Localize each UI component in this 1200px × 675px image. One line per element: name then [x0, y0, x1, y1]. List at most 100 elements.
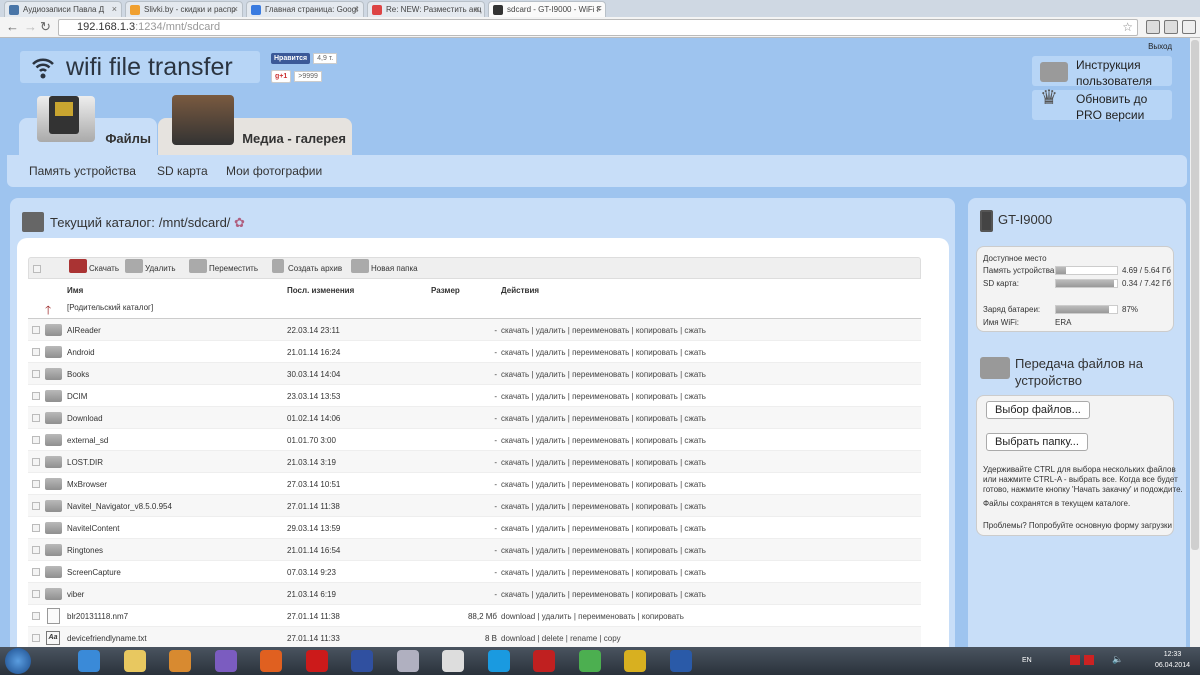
filezilla-icon[interactable]	[533, 650, 555, 672]
file-explorer-icon[interactable]	[123, 650, 146, 672]
browser-tab[interactable]: Re: NEW: Разместить акц ×	[367, 1, 485, 17]
extension-icon[interactable]	[1164, 20, 1178, 34]
firefox-icon[interactable]	[260, 650, 282, 672]
opera-icon[interactable]	[305, 650, 328, 672]
close-tab-icon[interactable]: ×	[596, 4, 601, 14]
file-actions[interactable]: скачать | удалить | переименовать | копи…	[501, 502, 706, 511]
move-button[interactable]: Переместить	[189, 259, 258, 273]
row-checkbox[interactable]	[32, 436, 40, 444]
clock[interactable]: 12:33 06.04.2014	[1155, 649, 1190, 671]
file-name[interactable]: Download	[67, 414, 103, 423]
file-actions[interactable]: скачать | удалить | переименовать | копи…	[501, 370, 706, 379]
new-folder-button[interactable]: Новая папка	[351, 259, 418, 273]
col-size[interactable]: Размер	[431, 286, 460, 295]
file-actions[interactable]: скачать | удалить | переименовать | копи…	[501, 590, 706, 599]
parent-directory-row[interactable]: 🡑 [Родительский каталог]	[28, 299, 921, 319]
file-name[interactable]: NavitelContent	[67, 524, 119, 533]
file-actions[interactable]: download | удалить | переименовать | коп…	[501, 612, 684, 621]
internet-explorer-icon[interactable]	[78, 650, 100, 672]
file-actions[interactable]: скачать | удалить | переименовать | копи…	[501, 524, 706, 533]
select-all-checkbox[interactable]	[33, 265, 41, 273]
subnav-sd-card[interactable]: SD карта	[157, 164, 208, 178]
bookmark-star-icon[interactable]: ☆	[1122, 20, 1133, 34]
page-scrollbar[interactable]	[1190, 38, 1200, 647]
google-plus[interactable]: g+1 >9999	[271, 70, 322, 83]
file-name[interactable]: devicefriendlyname.txt	[67, 634, 147, 643]
choose-folder-button[interactable]: Выбрать папку...	[986, 433, 1088, 451]
file-name[interactable]: MxBrowser	[67, 480, 107, 489]
skype-icon[interactable]	[487, 650, 510, 672]
chrome-icon[interactable]	[578, 650, 601, 672]
row-checkbox[interactable]	[32, 546, 40, 554]
row-checkbox[interactable]	[32, 392, 40, 400]
back-icon[interactable]: ←	[6, 19, 19, 34]
file-actions[interactable]: скачать | удалить | переименовать | копи…	[501, 568, 706, 577]
browser-tab[interactable]: Slivki.by - скидки и распр ×	[125, 1, 243, 17]
parent-directory-link[interactable]: [Родительский каталог]	[67, 303, 153, 312]
table-row[interactable]: Android 21.01.14 16:24 - скачать | удали…	[28, 341, 921, 363]
facebook-like[interactable]: Нравится 4,9 т.	[271, 53, 338, 64]
row-checkbox[interactable]	[32, 458, 40, 466]
subnav-my-photos[interactable]: Мои фотографии	[226, 164, 322, 178]
table-row[interactable]: Navitel_Navigator_v8.5.0.954 27.01.14 11…	[28, 495, 921, 517]
row-checkbox[interactable]	[32, 414, 40, 422]
row-checkbox[interactable]	[32, 524, 40, 532]
scrollbar-thumb[interactable]	[1191, 40, 1199, 550]
forward-icon[interactable]: →	[24, 19, 37, 34]
file-name[interactable]: external_sd	[67, 436, 108, 445]
floppy-app-icon[interactable]	[351, 650, 373, 672]
table-row[interactable]: MxBrowser 27.03.14 10:51 - скачать | уда…	[28, 473, 921, 495]
table-row[interactable]: Download 01.02.14 14:06 - скачать | удал…	[28, 407, 921, 429]
tray-icon[interactable]	[1084, 655, 1094, 665]
file-name[interactable]: LOST.DIR	[67, 458, 103, 467]
table-row[interactable]: blr20131118.nm7 27.01.14 11:38 88,2 Мб d…	[28, 605, 921, 627]
col-modified[interactable]: Посл. изменения	[287, 286, 354, 295]
viber-icon[interactable]	[214, 650, 237, 672]
file-name[interactable]: DCIM	[67, 392, 87, 401]
tray-icon[interactable]	[1070, 655, 1080, 665]
table-row[interactable]: NavitelContent 29.03.14 13:59 - скачать …	[28, 517, 921, 539]
url-input[interactable]: 192.168.1.3:1234/mnt/sdcard ☆	[58, 19, 1138, 36]
row-checkbox[interactable]	[32, 568, 40, 576]
paint-app-icon[interactable]	[396, 650, 419, 672]
language-indicator[interactable]: EN	[1022, 657, 1032, 664]
table-row[interactable]: LOST.DIR 21.03.14 3:19 - скачать | удали…	[28, 451, 921, 473]
file-name[interactable]: blr20131118.nm7	[67, 612, 128, 621]
table-row[interactable]: ScreenCapture 07.03.14 9:23 - скачать | …	[28, 561, 921, 583]
col-name[interactable]: Имя	[67, 286, 83, 295]
extension-icon[interactable]	[1146, 20, 1160, 34]
volume-icon[interactable]: 🔈	[1112, 654, 1123, 665]
table-row[interactable]: external_sd 01.01.70 3:00 - скачать | уд…	[28, 429, 921, 451]
word-icon[interactable]	[669, 650, 692, 672]
choose-files-button[interactable]: Выбор файлов...	[986, 401, 1090, 419]
help-button[interactable]: Инструкция пользователя	[1032, 56, 1172, 88]
file-name[interactable]: ScreenCapture	[67, 568, 121, 577]
file-name[interactable]: AIReader	[67, 326, 101, 335]
browser-tab[interactable]: Главная страница: Googl ×	[246, 1, 364, 17]
file-name[interactable]: viber	[67, 590, 84, 599]
table-row[interactable]: AIReader 22.03.14 23:11 - скачать | удал…	[28, 319, 921, 341]
row-checkbox[interactable]	[32, 634, 40, 642]
refresh-icon[interactable]: ✿	[234, 215, 245, 230]
file-actions[interactable]: скачать | удалить | переименовать | копи…	[501, 326, 706, 335]
upgrade-button[interactable]: ♛ Обновить до PRO версии	[1032, 88, 1172, 122]
row-checkbox[interactable]	[32, 502, 40, 510]
close-tab-icon[interactable]: ×	[233, 4, 238, 14]
row-checkbox[interactable]	[32, 612, 40, 620]
file-actions[interactable]: скачать | удалить | переименовать | копи…	[501, 546, 706, 555]
file-actions[interactable]: скачать | удалить | переименовать | копи…	[501, 436, 706, 445]
file-name[interactable]: Android	[67, 348, 95, 357]
table-row[interactable]: DCIM 23.03.14 13:53 - скачать | удалить …	[28, 385, 921, 407]
reload-icon[interactable]: ↻	[40, 19, 51, 35]
file-actions[interactable]: скачать | удалить | переименовать | копи…	[501, 392, 706, 401]
start-button[interactable]	[5, 648, 31, 674]
table-row[interactable]: Ringtones 21.01.14 16:54 - скачать | уда…	[28, 539, 921, 561]
file-name[interactable]: Books	[67, 370, 89, 379]
row-checkbox[interactable]	[32, 370, 40, 378]
file-name[interactable]: Navitel_Navigator_v8.5.0.954	[67, 502, 172, 511]
close-tab-icon[interactable]: ×	[475, 4, 480, 14]
table-row[interactable]: Books 30.03.14 14:04 - скачать | удалить…	[28, 363, 921, 385]
file-actions[interactable]: скачать | удалить | переименовать | копи…	[501, 480, 706, 489]
delete-button[interactable]: Удалить	[125, 259, 176, 273]
fb-like-button[interactable]: Нравится	[271, 53, 311, 64]
